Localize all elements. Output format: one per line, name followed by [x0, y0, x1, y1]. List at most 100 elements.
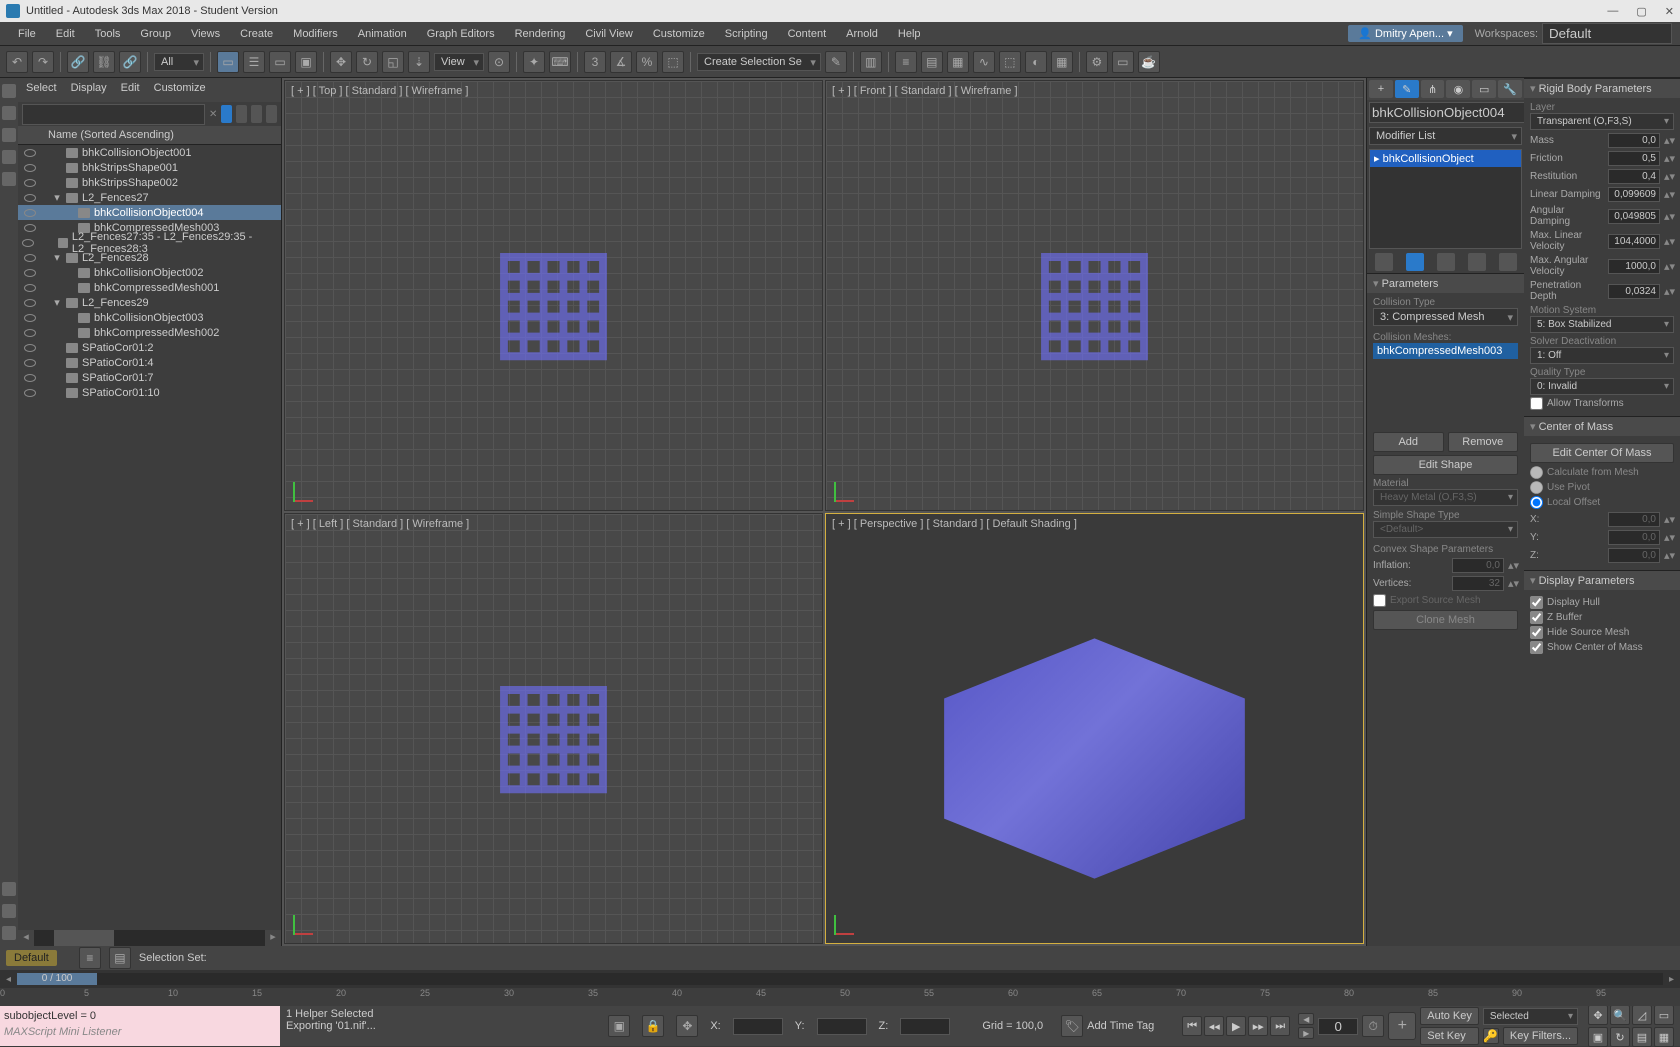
- isolate-button[interactable]: ▣: [608, 1015, 630, 1037]
- snap-toggle-button[interactable]: 3: [584, 51, 606, 73]
- sel-set-default[interactable]: Default: [6, 950, 57, 966]
- pin-stack-button[interactable]: [1375, 253, 1393, 271]
- allow-transforms-checkbox[interactable]: [1530, 397, 1543, 410]
- viewport-front[interactable]: [ + ] [ Front ] [ Standard ] [ Wireframe…: [825, 80, 1364, 511]
- scale-button[interactable]: ◱: [382, 51, 404, 73]
- eye-icon[interactable]: [24, 209, 36, 217]
- hide-source-checkbox[interactable]: [1530, 626, 1543, 639]
- menu-graph-editors[interactable]: Graph Editors: [417, 24, 505, 44]
- modifier-selected[interactable]: ▸ bhkCollisionObject: [1370, 150, 1521, 167]
- eye-icon[interactable]: [24, 269, 36, 277]
- sel-lock-button[interactable]: ▤: [109, 947, 131, 969]
- slate-button[interactable]: ▦: [1051, 51, 1073, 73]
- left-icon[interactable]: [2, 128, 16, 142]
- rotate-button[interactable]: ↻: [356, 51, 378, 73]
- layer-drop[interactable]: Transparent (O,F3,S): [1530, 113, 1674, 130]
- max-av-value[interactable]: 1000,0: [1608, 259, 1660, 274]
- add-time-tag[interactable]: Add Time Tag: [1087, 1020, 1154, 1032]
- y-input[interactable]: [817, 1018, 867, 1035]
- modifier-stack[interactable]: ▸ bhkCollisionObject: [1369, 149, 1522, 249]
- zbuffer-checkbox[interactable]: [1530, 611, 1543, 624]
- display-params-rollout[interactable]: Display Parameters: [1524, 570, 1680, 590]
- max-toggle-button[interactable]: ▦: [1654, 1027, 1674, 1047]
- eye-icon[interactable]: [24, 314, 36, 322]
- scene-row[interactable]: ▾L2_Fences29: [18, 295, 281, 310]
- curve-editor-button[interactable]: ∿: [973, 51, 995, 73]
- spinner-snap-button[interactable]: ⬚: [662, 51, 684, 73]
- add-button[interactable]: Add: [1373, 432, 1444, 452]
- lock-selection-button[interactable]: 🔒: [642, 1015, 664, 1037]
- align-button[interactable]: ≡: [895, 51, 917, 73]
- place-button[interactable]: ⇣: [408, 51, 430, 73]
- eye-icon[interactable]: [24, 149, 36, 157]
- sel-layers-button[interactable]: ≡: [79, 947, 101, 969]
- move-button[interactable]: ✥: [330, 51, 352, 73]
- zoom-extents-button[interactable]: ▭: [1654, 1005, 1674, 1025]
- utilities-tab-icon[interactable]: 🔧: [1498, 80, 1522, 98]
- scene-header[interactable]: Name (Sorted Ascending): [18, 126, 281, 145]
- viewport-left[interactable]: [ + ] [ Left ] [ Standard ] [ Wireframe …: [284, 513, 823, 944]
- eye-icon[interactable]: [22, 239, 34, 247]
- eye-icon[interactable]: [24, 374, 36, 382]
- rendered-frame-button[interactable]: ▭: [1112, 51, 1134, 73]
- selbar-customize[interactable]: Customize: [154, 82, 206, 98]
- scene-row[interactable]: bhkCompressedMesh002: [18, 325, 281, 340]
- menu-file[interactable]: File: [8, 24, 46, 44]
- ref-coord-drop[interactable]: View: [434, 53, 484, 71]
- menu-create[interactable]: Create: [230, 24, 283, 44]
- fov-button[interactable]: ◿: [1632, 1005, 1652, 1025]
- eye-icon[interactable]: [24, 164, 36, 172]
- tag-icon[interactable]: 🏷: [1061, 1015, 1083, 1037]
- goto-start-button[interactable]: ⏮: [1182, 1016, 1202, 1036]
- scene-row[interactable]: SPatioCor01:4: [18, 355, 281, 370]
- prev-key-button[interactable]: ◂: [1298, 1013, 1314, 1025]
- max-lv-value[interactable]: 104,4000: [1608, 234, 1660, 249]
- left-icon[interactable]: [2, 172, 16, 186]
- filter-icon[interactable]: [2, 882, 16, 896]
- spinner-icon[interactable]: ▴▾: [1508, 559, 1518, 572]
- eye-icon[interactable]: [24, 329, 36, 337]
- scene-row[interactable]: SPatioCor01:10: [18, 385, 281, 400]
- friction-value[interactable]: 0,5: [1608, 151, 1660, 166]
- rigid-body-rollout[interactable]: Rigid Body Parameters: [1524, 78, 1680, 98]
- redo-button[interactable]: ↷: [32, 51, 54, 73]
- next-frame-button[interactable]: ▸▸: [1248, 1016, 1268, 1036]
- unlink-button[interactable]: ⛓: [93, 51, 115, 73]
- zoom-view-button[interactable]: 🔍: [1610, 1005, 1630, 1025]
- menu-content[interactable]: Content: [778, 24, 837, 44]
- prev-frame-button[interactable]: ◂◂: [1204, 1016, 1224, 1036]
- select-region-button[interactable]: ▭: [269, 51, 291, 73]
- script-listener[interactable]: subobjectLevel = 0 MAXScript Mini Listen…: [0, 1006, 280, 1046]
- frame-input[interactable]: [1318, 1018, 1358, 1035]
- menu-scripting[interactable]: Scripting: [715, 24, 778, 44]
- selection-filter-drop[interactable]: All: [154, 53, 204, 71]
- selbar-select[interactable]: Select: [26, 82, 57, 98]
- close-button[interactable]: ✕: [1665, 5, 1674, 18]
- scene-row[interactable]: bhkCompressedMesh001: [18, 280, 281, 295]
- search-input[interactable]: [22, 104, 205, 125]
- simple-shape-drop[interactable]: <Default>: [1373, 521, 1518, 538]
- workspaces-input[interactable]: [1542, 23, 1672, 44]
- viewport-label[interactable]: [ + ] [ Top ] [ Standard ] [ Wireframe ]: [291, 85, 468, 97]
- lin-damp-value[interactable]: 0,099609: [1608, 187, 1660, 202]
- undo-button[interactable]: ↶: [6, 51, 28, 73]
- schematic-button[interactable]: ⬚: [999, 51, 1021, 73]
- menu-tools[interactable]: Tools: [85, 24, 131, 44]
- key-mode-button[interactable]: 🔑: [1483, 1028, 1499, 1044]
- layer-button[interactable]: ▤: [921, 51, 943, 73]
- menu-views[interactable]: Views: [181, 24, 230, 44]
- remove-button[interactable]: Remove: [1448, 432, 1519, 452]
- time-slider[interactable]: ◂ 0 / 100 ▸: [0, 970, 1680, 988]
- scene-row[interactable]: bhkStripsShape001: [18, 160, 281, 175]
- make-unique-button[interactable]: [1437, 253, 1455, 271]
- selbar-edit[interactable]: Edit: [121, 82, 140, 98]
- menu-customize[interactable]: Customize: [643, 24, 715, 44]
- eye-icon[interactable]: [24, 299, 36, 307]
- user-button[interactable]: 👤 Dmitry Apen... ▾: [1348, 25, 1462, 42]
- scene-row[interactable]: ▾L2_Fences27: [18, 190, 281, 205]
- menu-rendering[interactable]: Rendering: [505, 24, 576, 44]
- edit-shape-button[interactable]: Edit Shape: [1373, 455, 1518, 475]
- lock-button[interactable]: [251, 105, 262, 123]
- abs-rel-button[interactable]: ✥: [676, 1015, 698, 1037]
- modify-tab-icon[interactable]: ✎: [1395, 80, 1419, 98]
